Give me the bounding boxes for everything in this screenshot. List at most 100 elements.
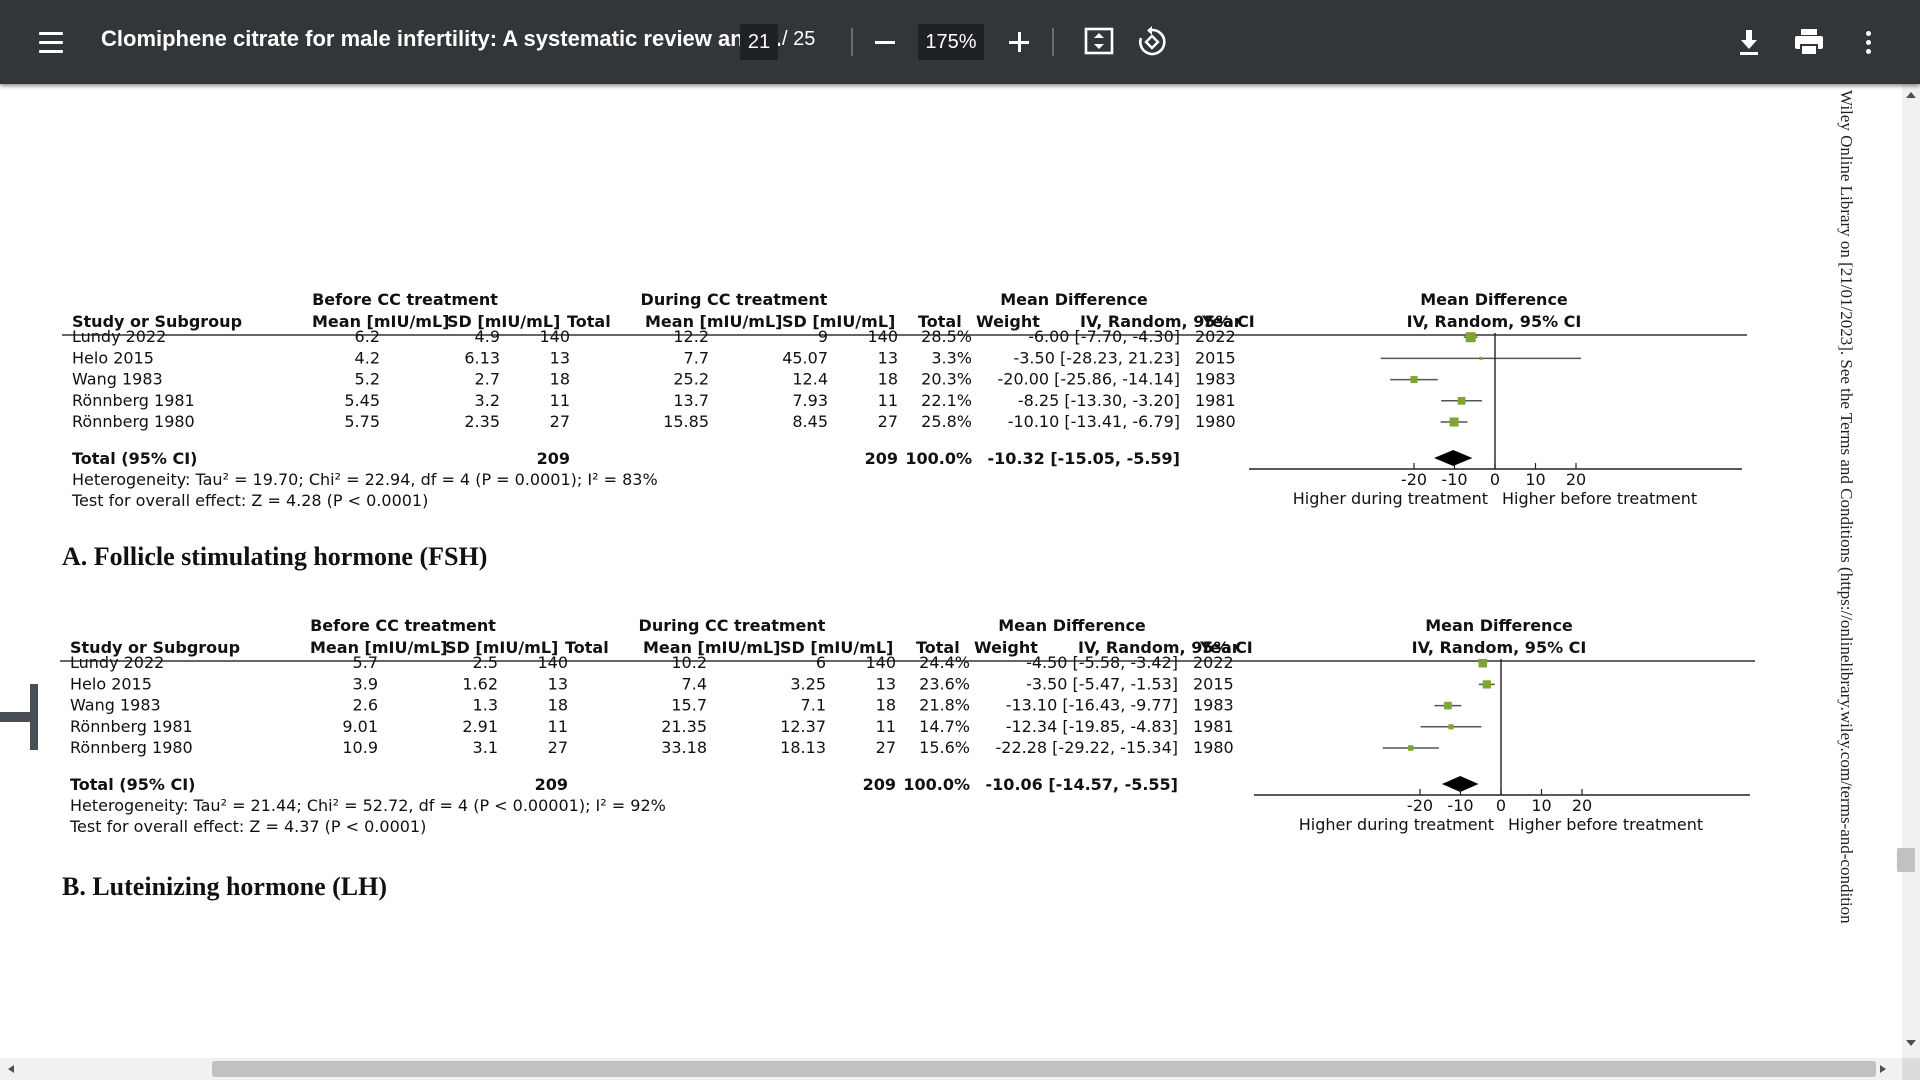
document-title: Clomiphene citrate for male infertility:… (101, 26, 782, 51)
year: 1983 (1195, 370, 1236, 389)
col-header-ci-plot: IV, Random, 95% CI (1407, 312, 1582, 331)
page-number-input[interactable]: 21 (740, 24, 778, 60)
sd-before: 3.2 (475, 391, 500, 410)
zoom-level-input[interactable]: 175% (918, 24, 984, 60)
download-icon[interactable] (1732, 24, 1766, 60)
pooled-estimate-diamond (1434, 450, 1473, 466)
overall-effect-text: Test for overall effect: Z = 4.28 (P < 0… (71, 491, 428, 510)
mean-during: 33.18 (661, 738, 707, 757)
sd-before: 1.62 (462, 674, 498, 693)
scroll-right-icon[interactable] (1876, 1062, 1890, 1076)
fit-page-icon[interactable] (1082, 24, 1116, 60)
study-name: Lundy 2022 (70, 653, 164, 672)
x-tick-label: 0 (1496, 796, 1506, 815)
year: 2015 (1193, 674, 1234, 693)
sd-during: 8.45 (792, 412, 828, 431)
mean-before: 4.2 (355, 348, 380, 367)
n-before: 13 (548, 674, 568, 693)
plus-icon[interactable] (1004, 26, 1034, 58)
more-vert-icon[interactable] (1850, 24, 1886, 60)
point-estimate-marker (1457, 396, 1466, 405)
x-tick-label: 20 (1572, 796, 1592, 815)
year: 1980 (1195, 412, 1236, 431)
horizontal-scroll-thumb[interactable] (212, 1061, 1876, 1077)
forest-plot-figure: Before CC treatment During CC treatment Me… (60, 290, 1755, 901)
n-before: 11 (550, 391, 570, 410)
weight: 22.1% (921, 391, 972, 410)
point-estimate-marker (1408, 745, 1414, 751)
sd-during: 7.93 (792, 391, 828, 410)
group-header-md-plot: Mean Difference (1425, 616, 1573, 635)
ci-text: -3.50 [-5.47, -1.53] (1026, 674, 1178, 693)
ci-text: -12.34 [-19.85, -4.83] (1006, 717, 1178, 736)
axis-label-left: Higher during treatment (1299, 815, 1494, 834)
point-estimate-marker (1482, 680, 1491, 689)
mean-during: 13.7 (673, 391, 709, 410)
n-during: 27 (876, 738, 896, 757)
study-name: Helo 2015 (72, 348, 154, 367)
document-viewer: Before CC treatment During CC treatment Me… (0, 84, 1902, 1058)
study-name: Rönnberg 1981 (70, 717, 193, 736)
study-name: Lundy 2022 (72, 327, 166, 346)
menu-icon[interactable] (30, 22, 72, 62)
sd-during: 12.37 (780, 717, 826, 736)
figure-caption: B. Luteinizing hormone (LH) (62, 872, 387, 901)
total-n-during: 209 (865, 449, 898, 468)
mean-during: 10.2 (671, 653, 707, 672)
x-tick-label: 20 (1566, 470, 1586, 489)
mean-during: 15.85 (663, 412, 709, 431)
sd-before: 4.9 (475, 327, 500, 346)
point-estimate-marker (1410, 376, 1418, 384)
sd-before: 2.5 (473, 653, 498, 672)
minus-icon[interactable] (872, 26, 898, 58)
study-name: Rönnberg 1980 (72, 412, 195, 431)
n-before: 18 (550, 370, 570, 389)
n-before: 18 (548, 696, 568, 715)
weight: 21.8% (919, 696, 970, 715)
n-during: 140 (867, 327, 898, 346)
sd-during: 18.13 (780, 738, 826, 757)
page-total: / 25 (782, 28, 816, 50)
sd-before: 2.7 (475, 370, 500, 389)
total-ci-text: -10.06 [-14.57, -5.55] (986, 775, 1178, 794)
study-name: Rönnberg 1981 (72, 391, 195, 410)
group-header-before: Before CC treatment (310, 616, 496, 635)
mean-before: 2.6 (353, 696, 378, 715)
group-header-md: Mean Difference (998, 616, 1146, 635)
mean-during: 12.2 (673, 327, 709, 346)
sd-before: 2.91 (462, 717, 498, 736)
n-before: 140 (539, 327, 570, 346)
x-tick-label: -10 (1441, 470, 1467, 489)
total-label: Total (95% CI) (70, 775, 195, 794)
point-estimate-marker (1478, 658, 1488, 668)
point-estimate-marker (1448, 724, 1454, 730)
vertical-scroll-thumb[interactable] (1897, 848, 1915, 872)
axis-label-right: Higher before treatment (1508, 815, 1703, 834)
ci-text: -10.10 [-13.41, -6.79] (1008, 412, 1180, 431)
x-tick-label: 10 (1531, 796, 1551, 815)
n-during: 27 (878, 412, 898, 431)
weight: 3.3% (931, 348, 972, 367)
study-name: Wang 1983 (72, 370, 163, 389)
sidebar-toggle-tab[interactable] (0, 684, 38, 750)
sd-during: 12.4 (792, 370, 828, 389)
mean-during: 7.4 (682, 674, 707, 693)
mean-during: 21.35 (661, 717, 707, 736)
n-during: 140 (865, 653, 896, 672)
col-header-total-before: Total (565, 638, 609, 657)
sd-before: 2.35 (464, 412, 500, 431)
print-icon[interactable] (1790, 24, 1828, 60)
sd-during: 45.07 (782, 348, 828, 367)
mean-before: 5.7 (353, 653, 378, 672)
mean-before: 5.75 (344, 412, 380, 431)
year: 2022 (1195, 327, 1236, 346)
toolbar-divider (1052, 28, 1054, 56)
scroll-down-icon[interactable] (1903, 1036, 1919, 1050)
rotate-icon[interactable] (1134, 24, 1170, 60)
total-ci-text: -10.32 [-15.05, -5.59] (988, 449, 1180, 468)
weight: 20.3% (921, 370, 972, 389)
scroll-left-icon[interactable] (4, 1062, 18, 1076)
scroll-up-icon[interactable] (1903, 88, 1919, 102)
vertical-scrollbar[interactable] (1902, 84, 1920, 1058)
toolbar-divider (851, 28, 853, 56)
